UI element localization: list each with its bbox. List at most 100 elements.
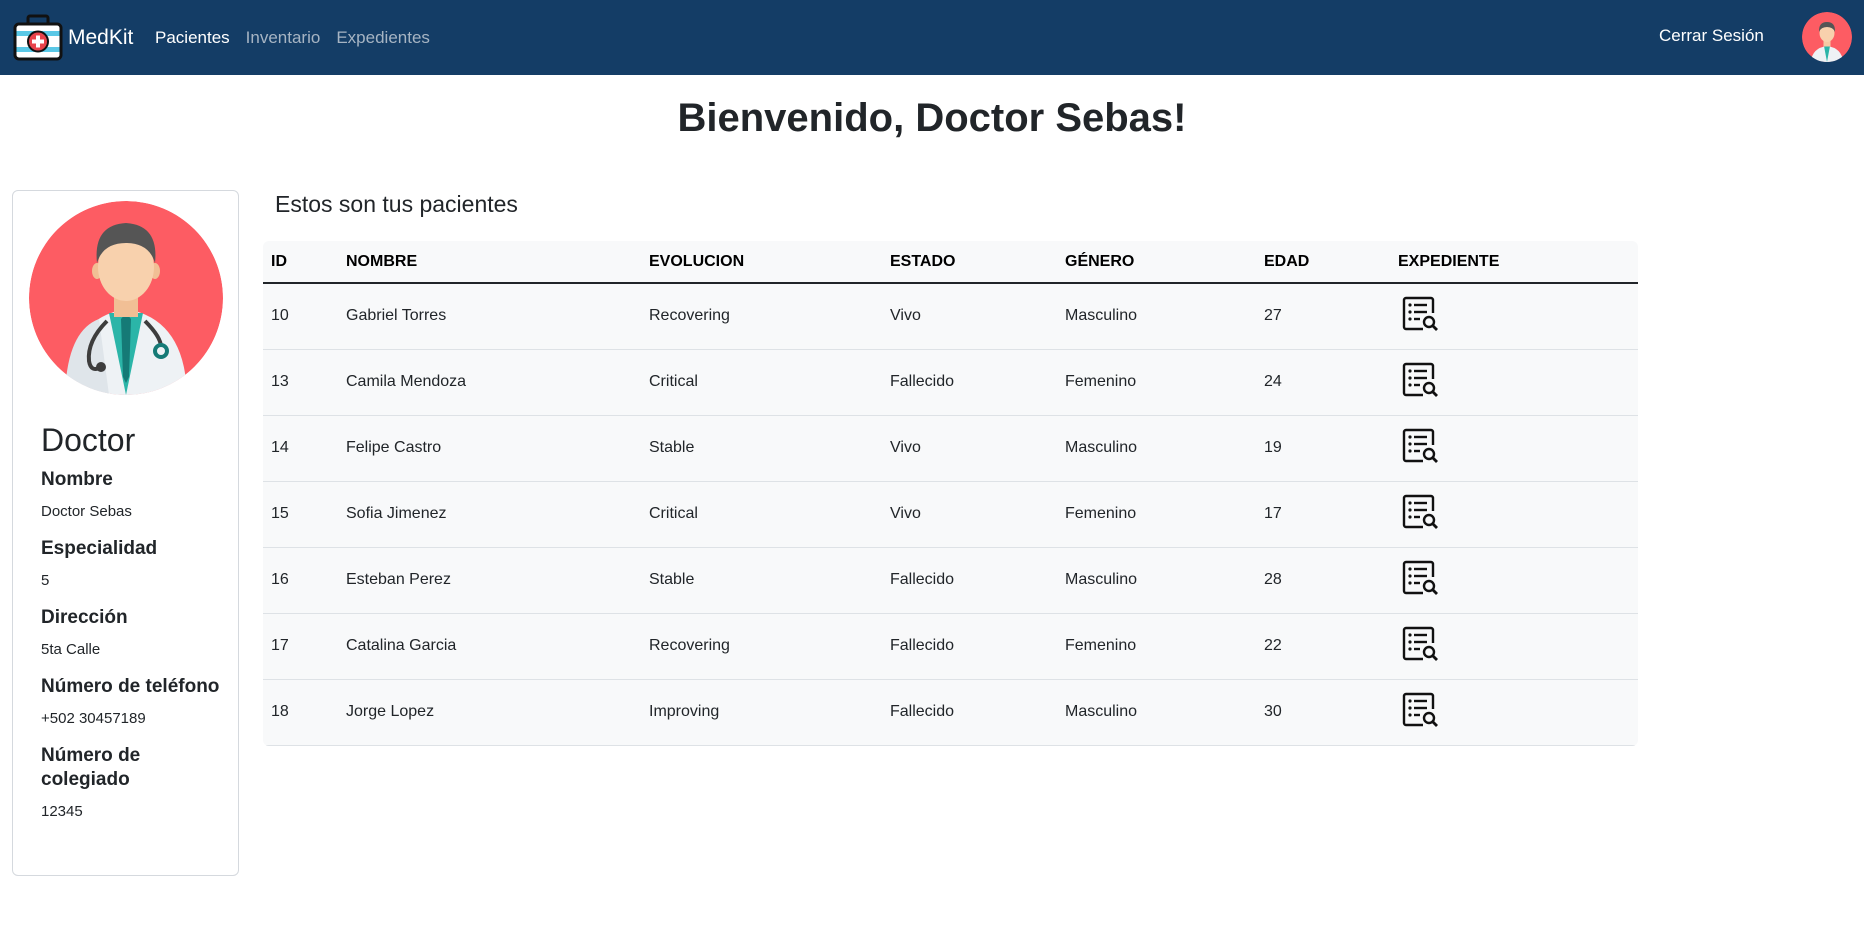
table-body: 10 Gabriel Torres Recovering Vivo Mascul… (263, 283, 1638, 746)
field-label-direccion: Dirección (41, 607, 128, 628)
cell-edad: 17 (1256, 481, 1390, 548)
medical-kit-icon (13, 14, 63, 61)
cell-evolucion: Recovering (641, 283, 882, 350)
cell-expediente (1390, 283, 1638, 350)
table-row: 13 Camila Mendoza Critical Fallecido Fem… (263, 349, 1638, 416)
cell-edad: 19 (1256, 415, 1390, 482)
medical-record-search-icon[interactable] (1401, 691, 1439, 729)
medical-record-search-icon[interactable] (1401, 361, 1439, 399)
field-value-nombre: Doctor Sebas (41, 503, 132, 520)
table-row: 16 Esteban Perez Stable Fallecido Mascul… (263, 547, 1638, 614)
doctor-profile-card: Doctor Nombre Doctor Sebas Especialidad … (12, 190, 239, 876)
cell-id: 14 (263, 415, 338, 482)
table-row: 18 Jorge Lopez Improving Fallecido Mascu… (263, 679, 1638, 746)
logout-link[interactable]: Cerrar Sesión (1659, 26, 1764, 46)
table-row: 10 Gabriel Torres Recovering Vivo Mascul… (263, 283, 1638, 350)
cell-id: 10 (263, 283, 338, 350)
cell-evolucion: Improving (641, 679, 882, 746)
top-navbar: MedKit Pacientes Inventario Expedientes … (0, 0, 1864, 75)
cell-nombre: Gabriel Torres (338, 283, 641, 350)
cell-estado: Vivo (882, 283, 1057, 350)
cell-genero: Masculino (1057, 283, 1256, 350)
cell-estado: Fallecido (882, 349, 1057, 416)
cell-expediente (1390, 613, 1638, 680)
cell-nombre: Camila Mendoza (338, 349, 641, 416)
field-label-colegiado: Número de colegiado (41, 745, 141, 790)
cell-nombre: Felipe Castro (338, 415, 641, 482)
cell-estado: Fallecido (882, 679, 1057, 746)
cell-expediente (1390, 481, 1638, 548)
brand-name: MedKit (68, 26, 134, 49)
cell-nombre: Esteban Perez (338, 547, 641, 614)
field-value-direccion: 5ta Calle (41, 641, 101, 658)
cell-id: 18 (263, 679, 338, 746)
page-title: Bienvenido, Doctor Sebas! (677, 96, 1187, 140)
column-header-evolucion: EVOLUCION (641, 241, 882, 284)
patients-section-title: Estos son tus pacientes (275, 191, 518, 217)
cell-expediente (1390, 415, 1638, 482)
cell-edad: 24 (1256, 349, 1390, 416)
profile-details: Doctor Nombre Doctor Sebas Especialidad … (41, 421, 221, 822)
cell-id: 17 (263, 613, 338, 680)
brand-link[interactable]: MedKit (12, 14, 133, 62)
cell-estado: Vivo (882, 481, 1057, 548)
cell-id: 13 (263, 349, 338, 416)
medical-record-search-icon[interactable] (1401, 559, 1439, 597)
cell-expediente (1390, 547, 1638, 614)
column-header-id: ID (263, 241, 338, 284)
cell-id: 16 (263, 547, 338, 614)
nav-links: Pacientes Inventario Expedientes (155, 0, 446, 75)
medical-record-search-icon[interactable] (1401, 295, 1439, 333)
nav-link-expedientes[interactable]: Expedientes (336, 28, 430, 48)
cell-genero: Femenino (1057, 613, 1256, 680)
column-header-nombre: NOMBRE (338, 241, 641, 284)
cell-evolucion: Critical (641, 481, 882, 548)
cell-evolucion: Critical (641, 349, 882, 416)
medical-record-search-icon[interactable] (1401, 493, 1439, 531)
field-value-telefono: +502 30457189 (41, 710, 146, 727)
cell-nombre: Catalina Garcia (338, 613, 641, 680)
cell-expediente (1390, 349, 1638, 416)
profile-avatar-icon (29, 201, 223, 395)
cell-genero: Masculino (1057, 415, 1256, 482)
table-row: 14 Felipe Castro Stable Vivo Masculino 1… (263, 415, 1638, 482)
cell-edad: 27 (1256, 283, 1390, 350)
cell-genero: Femenino (1057, 481, 1256, 548)
table-header-row: ID NOMBRE EVOLUCION ESTADO GÉNERO EDAD E… (263, 241, 1638, 284)
cell-edad: 28 (1256, 547, 1390, 614)
cell-edad: 30 (1256, 679, 1390, 746)
cell-genero: Femenino (1057, 349, 1256, 416)
medical-record-search-icon[interactable] (1401, 427, 1439, 465)
field-label-nombre: Nombre (41, 469, 113, 490)
cell-edad: 22 (1256, 613, 1390, 680)
cell-evolucion: Stable (641, 547, 882, 614)
cell-estado: Fallecido (882, 547, 1057, 614)
cell-evolucion: Recovering (641, 613, 882, 680)
cell-expediente (1390, 679, 1638, 746)
field-value-especialidad: 5 (41, 572, 50, 589)
column-header-estado: ESTADO (882, 241, 1057, 284)
nav-link-inventario[interactable]: Inventario (246, 28, 321, 48)
field-value-colegiado: 12345 (41, 803, 83, 820)
cell-estado: Vivo (882, 415, 1057, 482)
column-header-edad: EDAD (1256, 241, 1390, 284)
table-row: 15 Sofia Jimenez Critical Vivo Femenino … (263, 481, 1638, 548)
table-header: ID NOMBRE EVOLUCION ESTADO GÉNERO EDAD E… (263, 241, 1638, 284)
doctor-avatar-icon[interactable] (1802, 12, 1852, 62)
patients-table: ID NOMBRE EVOLUCION ESTADO GÉNERO EDAD E… (263, 241, 1638, 746)
cell-genero: Masculino (1057, 547, 1256, 614)
field-label-telefono: Número de teléfono (41, 676, 220, 697)
medical-record-search-icon[interactable] (1401, 625, 1439, 663)
profile-heading: Doctor (41, 422, 136, 458)
cell-estado: Fallecido (882, 613, 1057, 680)
cell-nombre: Jorge Lopez (338, 679, 641, 746)
cell-evolucion: Stable (641, 415, 882, 482)
nav-link-pacientes[interactable]: Pacientes (155, 28, 230, 48)
cell-nombre: Sofia Jimenez (338, 481, 641, 548)
cell-id: 15 (263, 481, 338, 548)
field-label-especialidad: Especialidad (41, 538, 158, 559)
table-row: 17 Catalina Garcia Recovering Fallecido … (263, 613, 1638, 680)
patients-table-container: ID NOMBRE EVOLUCION ESTADO GÉNERO EDAD E… (263, 241, 1638, 746)
column-header-genero: GÉNERO (1057, 241, 1256, 284)
cell-genero: Masculino (1057, 679, 1256, 746)
